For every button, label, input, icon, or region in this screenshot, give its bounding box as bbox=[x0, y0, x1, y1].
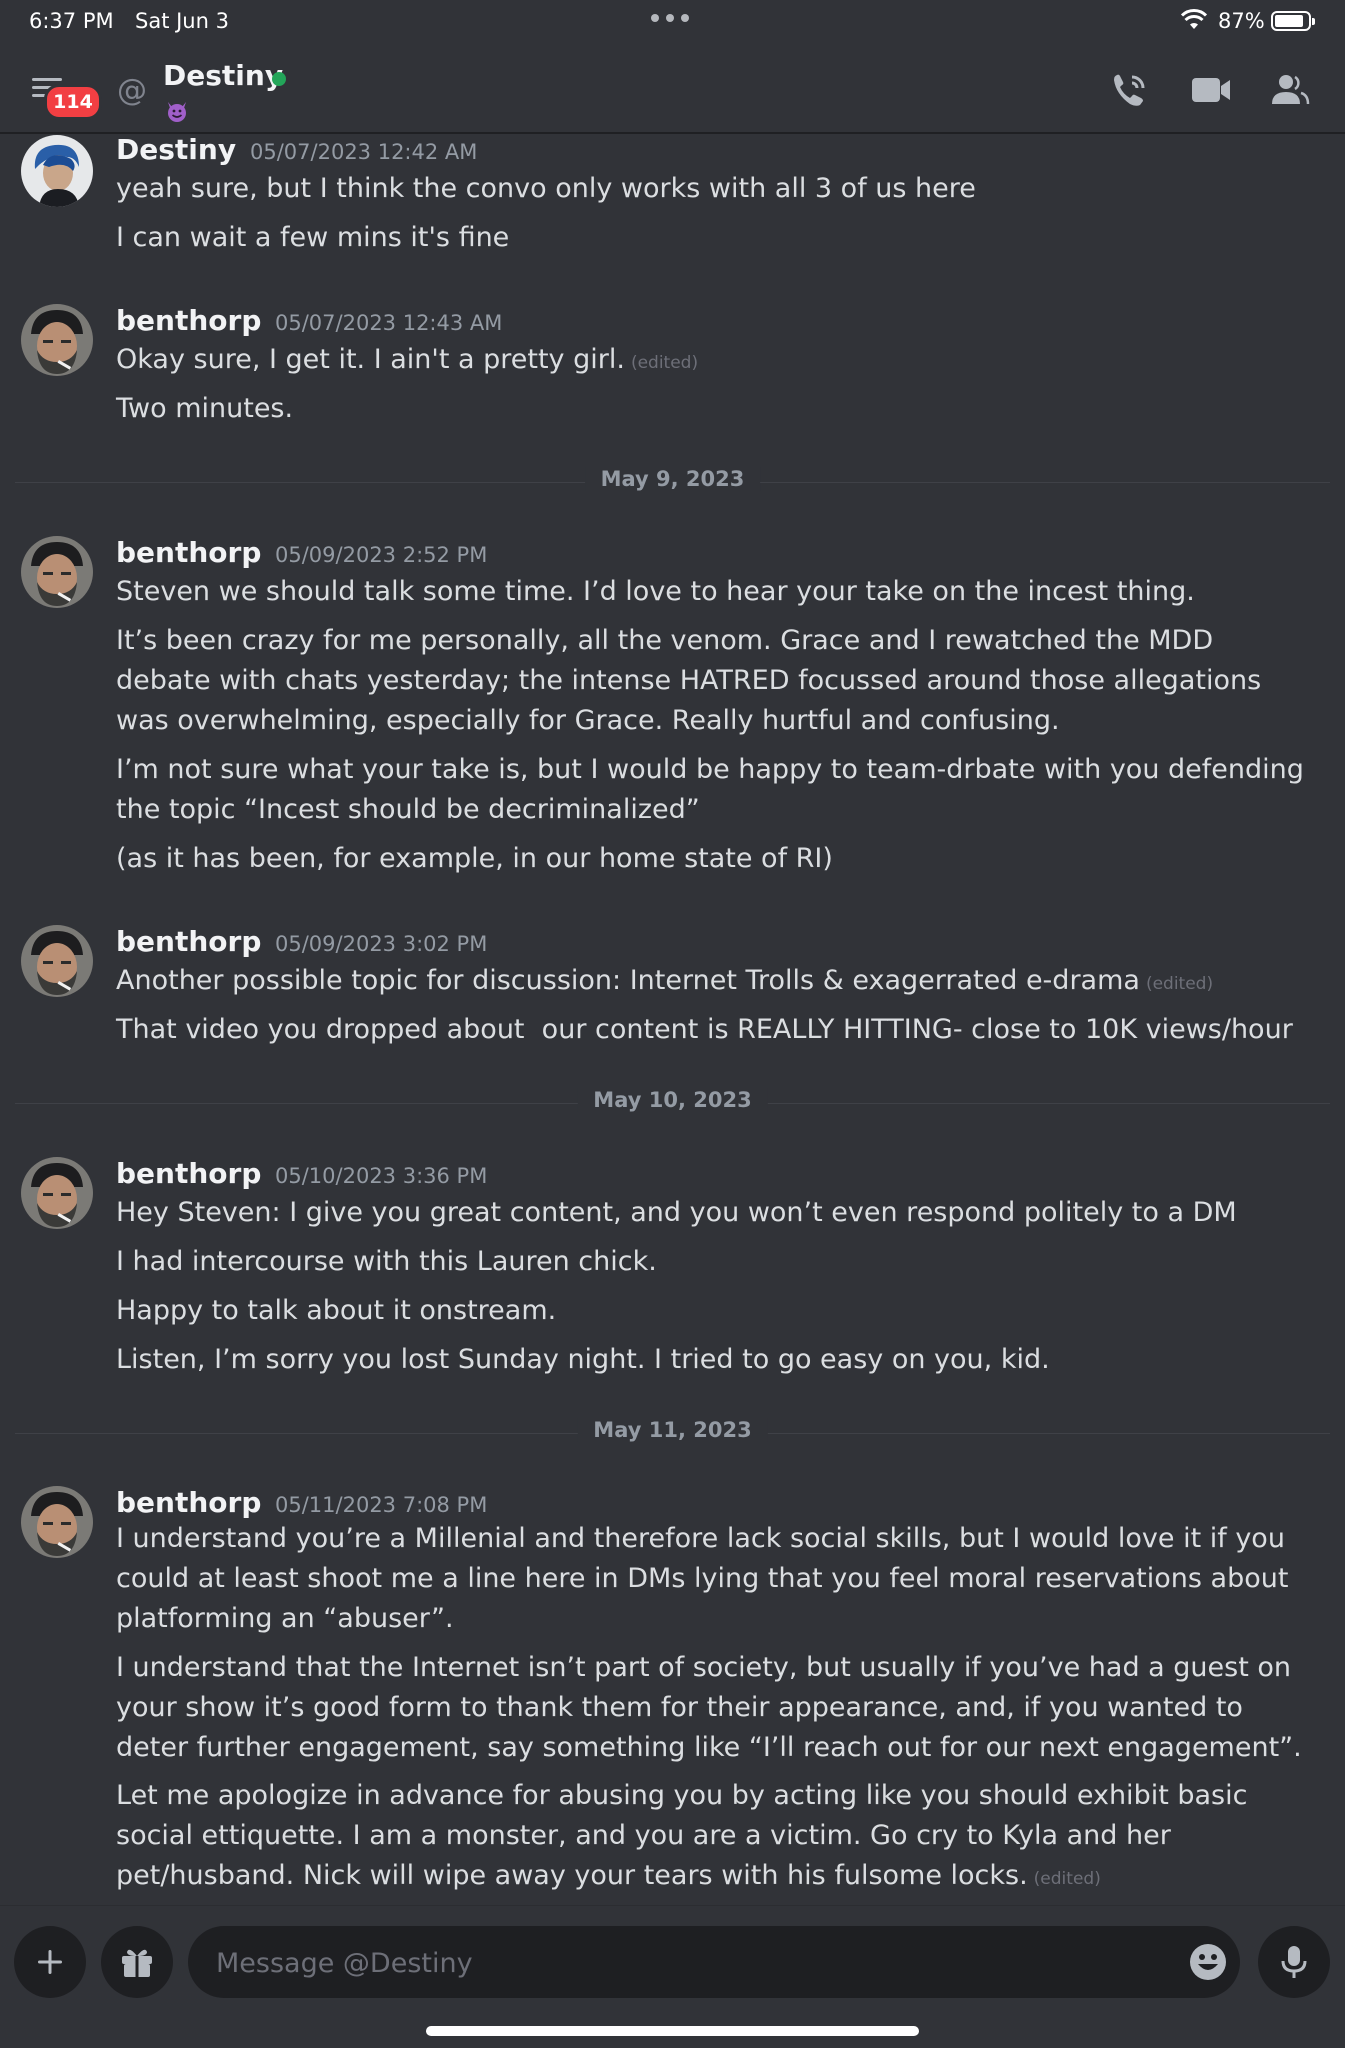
message-author[interactable]: Destiny bbox=[116, 133, 236, 166]
message-timestamp: 05/09/2023 3:02 PM bbox=[275, 932, 488, 956]
voice-message-button[interactable] bbox=[1258, 1926, 1330, 1998]
message-timestamp: 05/09/2023 2:52 PM bbox=[275, 543, 488, 567]
message-timestamp: 05/11/2023 7:08 PM bbox=[275, 1493, 488, 1517]
benthorp-avatar[interactable] bbox=[21, 536, 93, 608]
message-text: (as it has been, for example, in our hom… bbox=[116, 843, 833, 874]
at-icon: @ bbox=[117, 73, 147, 108]
message-timestamp: 05/10/2023 3:36 PM bbox=[275, 1164, 488, 1188]
message-text: Let me apologize in advance for abusing … bbox=[116, 1780, 1257, 1891]
message-author[interactable]: benthorp bbox=[116, 1486, 261, 1519]
date-divider: May 11, 2023 bbox=[15, 1418, 1330, 1448]
battery-percentage: 87% bbox=[1218, 9, 1265, 33]
message-timestamp: 05/07/2023 12:43 AM bbox=[275, 311, 503, 335]
message-composer bbox=[0, 1905, 1345, 2048]
benthorp-avatar[interactable] bbox=[21, 1486, 93, 1558]
gift-icon bbox=[122, 1949, 152, 1977]
date-divider: May 10, 2023 bbox=[15, 1088, 1330, 1118]
message-text: That video you dropped about our content… bbox=[116, 1014, 1293, 1045]
message-input[interactable] bbox=[214, 1940, 1118, 1986]
message-list[interactable]: Destiny 05/07/2023 12:42 AM yeah sure, b… bbox=[0, 133, 1345, 1903]
message-text: I understand you’re a Millenial and ther… bbox=[116, 1523, 1298, 1634]
message-text: I can wait a few mins it's fine bbox=[116, 222, 510, 253]
message-text: Two minutes. bbox=[116, 393, 294, 424]
benthorp-avatar[interactable] bbox=[21, 925, 93, 997]
message-input-container[interactable] bbox=[188, 1926, 1240, 1998]
date-divider-label: May 11, 2023 bbox=[577, 1418, 768, 1442]
date-divider-label: May 9, 2023 bbox=[584, 467, 761, 491]
wifi-icon bbox=[1181, 9, 1207, 29]
battery-icon bbox=[1271, 11, 1315, 31]
message-author[interactable]: benthorp bbox=[116, 925, 261, 958]
message-text: Listen, I’m sorry you lost Sunday night.… bbox=[116, 1344, 1050, 1375]
call-icon[interactable] bbox=[1108, 68, 1152, 112]
date-divider-label: May 10, 2023 bbox=[577, 1088, 768, 1112]
multitasking-dots-icon[interactable] bbox=[651, 14, 689, 22]
destiny-avatar[interactable] bbox=[21, 135, 93, 207]
benthorp-avatar[interactable] bbox=[21, 304, 93, 376]
message-text: Another possible topic for discussion: I… bbox=[116, 965, 1214, 996]
channel-name[interactable]: Destiny bbox=[163, 59, 283, 92]
message-author[interactable]: benthorp bbox=[116, 1157, 261, 1190]
message-text: I had intercourse with this Lauren chick… bbox=[116, 1246, 657, 1277]
status-bar: 6:37 PM Sat Jun 3 87% bbox=[0, 0, 1345, 44]
discord-dm-screen: 6:37 PM Sat Jun 3 87% 114 @ Destiny Dest… bbox=[0, 0, 1345, 2048]
message-text: Steven we should talk some time. I’d lov… bbox=[116, 576, 1195, 607]
members-icon[interactable] bbox=[1268, 68, 1312, 112]
message-author[interactable]: benthorp bbox=[116, 304, 261, 337]
message-author[interactable]: benthorp bbox=[116, 536, 261, 569]
smiling-devil-emoji bbox=[168, 102, 186, 122]
benthorp-avatar[interactable] bbox=[21, 1157, 93, 1229]
date-divider: May 9, 2023 bbox=[15, 467, 1330, 497]
plus-icon bbox=[38, 1950, 62, 1974]
channel-header: 114 @ Destiny bbox=[0, 44, 1345, 134]
gift-button[interactable] bbox=[101, 1926, 173, 1998]
message-text: It’s been crazy for me personally, all t… bbox=[116, 625, 1270, 736]
message-text: yeah sure, but I think the convo only wo… bbox=[116, 173, 976, 204]
microphone-icon bbox=[1281, 1946, 1307, 1978]
status-date: Sat Jun 3 bbox=[135, 9, 229, 33]
emoji-icon[interactable] bbox=[1188, 1942, 1228, 1982]
message-timestamp: 05/07/2023 12:42 AM bbox=[250, 140, 478, 164]
video-icon[interactable] bbox=[1190, 68, 1234, 112]
message-text: I’m not sure what your take is, but I wo… bbox=[116, 754, 1313, 825]
message-text: Happy to talk about it onstream. bbox=[116, 1295, 557, 1326]
home-indicator[interactable] bbox=[426, 2026, 919, 2036]
unread-badge: 114 bbox=[44, 84, 102, 120]
plus-button[interactable] bbox=[14, 1926, 86, 1998]
online-status-dot bbox=[272, 72, 286, 86]
message-text: I understand that the Internet isn’t par… bbox=[116, 1652, 1302, 1763]
message-text: Okay sure, I get it. I ain't a pretty gi… bbox=[116, 344, 699, 375]
status-time: 6:37 PM bbox=[29, 9, 114, 33]
message-text: Hey Steven: I give you great content, an… bbox=[116, 1197, 1237, 1228]
